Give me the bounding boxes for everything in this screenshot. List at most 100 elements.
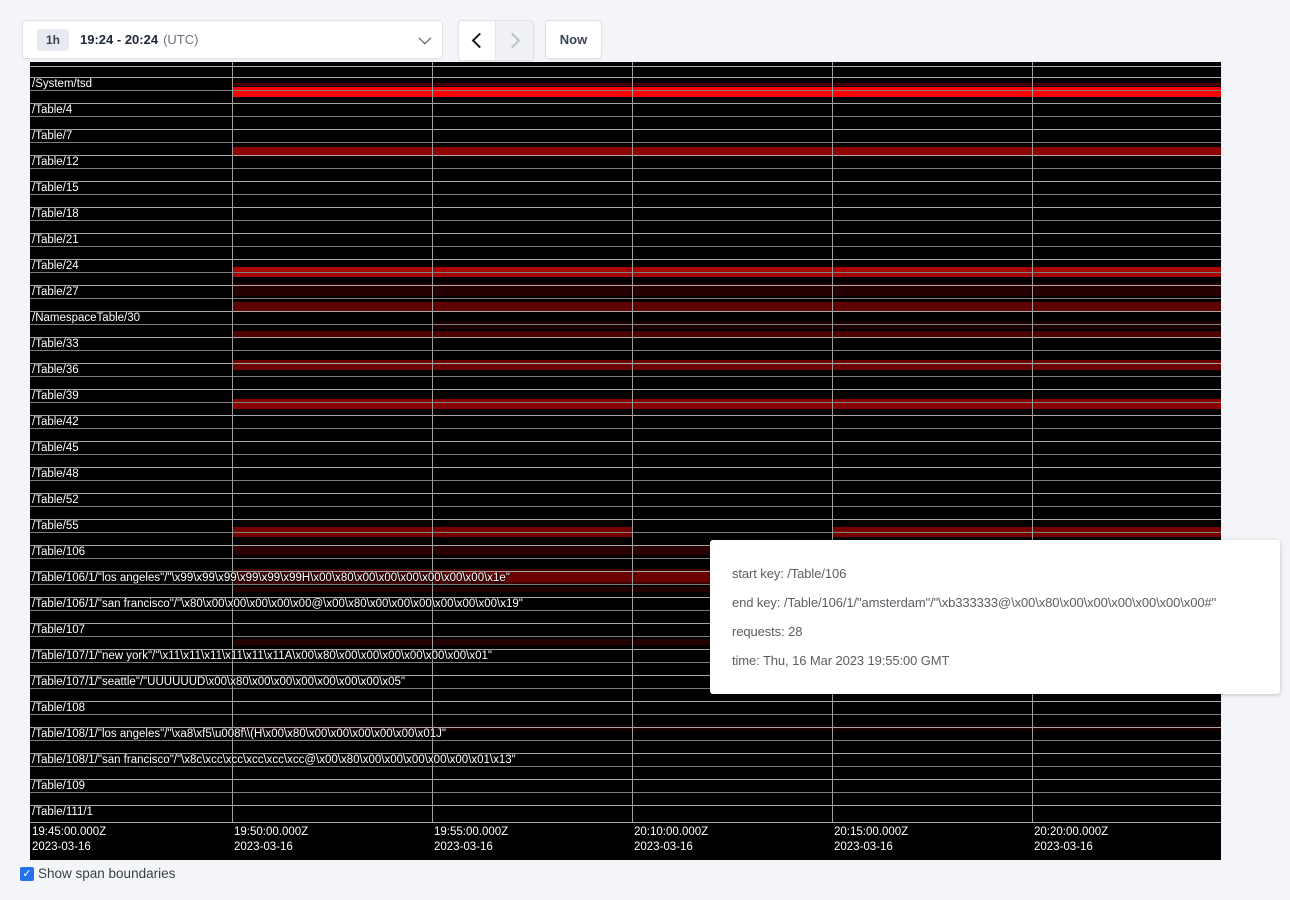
span-key-label: /Table/52 bbox=[32, 495, 79, 506]
heat-band bbox=[232, 360, 1221, 370]
now-button[interactable]: Now bbox=[545, 20, 602, 59]
chevron-left-icon bbox=[471, 33, 487, 49]
tooltip-time: time: Thu, 16 Mar 2023 19:55:00 GMT bbox=[732, 653, 1258, 668]
chevron-down-icon bbox=[419, 32, 432, 45]
span-key-label: /Table/106/1/"san francisco"/"\x80\x00\x… bbox=[32, 599, 523, 610]
time-gridline bbox=[1032, 62, 1033, 822]
time-axis-tick: 20:20:00.000Z2023-03-16 bbox=[1034, 825, 1108, 855]
span-boundary-line bbox=[30, 415, 1221, 416]
span-key-label: /Table/36 bbox=[32, 365, 79, 376]
span-key-label: /Table/7 bbox=[32, 131, 72, 142]
span-boundary-line bbox=[30, 233, 1221, 234]
span-boundary-line bbox=[30, 822, 1221, 823]
key-visualizer-page: 1h 19:24 - 20:24 (UTC) Now /System/tsd/T… bbox=[0, 0, 1290, 900]
span-boundary-line bbox=[30, 337, 1221, 338]
span-boundary-line bbox=[30, 272, 1221, 273]
hover-tooltip: start key: /Table/106 end key: /Table/10… bbox=[710, 540, 1280, 694]
span-boundary-line bbox=[30, 285, 1221, 286]
span-key-label: /Table/107/1/"seattle"/"UUUUUUD\x00\x80\… bbox=[32, 677, 405, 688]
span-key-label: /Table/108/1/"san francisco"/"\x8c\xcc\x… bbox=[32, 755, 516, 766]
range-text: 19:24 - 20:24 bbox=[80, 32, 158, 47]
span-boundary-line bbox=[30, 506, 1221, 507]
span-key-label: /Table/107/1/"new york"/"\x11\x11\x11\x1… bbox=[32, 651, 492, 662]
time-axis-tick: 20:15:00.000Z2023-03-16 bbox=[834, 825, 908, 855]
prev-range-button[interactable] bbox=[459, 21, 496, 60]
time-gridline bbox=[232, 62, 233, 822]
heat-band bbox=[232, 87, 1221, 97]
show-span-boundaries-control: ✓ Show span boundaries bbox=[20, 866, 175, 881]
span-key-label: /Table/33 bbox=[32, 339, 79, 350]
show-span-boundaries-label: Show span boundaries bbox=[38, 866, 175, 881]
span-boundary-line bbox=[30, 181, 1221, 182]
span-boundary-line bbox=[30, 350, 1221, 351]
tooltip-requests: requests: 28 bbox=[732, 624, 1258, 639]
span-boundary-line bbox=[30, 766, 1221, 767]
heat-band bbox=[432, 321, 1221, 329]
span-key-label: /Table/4 bbox=[32, 105, 72, 116]
span-key-label: /Table/48 bbox=[32, 469, 79, 480]
range-duration-badge: 1h bbox=[37, 29, 69, 51]
span-boundary-line bbox=[30, 77, 1221, 78]
range-nav-group bbox=[458, 20, 534, 61]
span-boundary-line bbox=[30, 142, 1221, 143]
span-boundary-line bbox=[30, 792, 1221, 793]
span-key-label: /Table/24 bbox=[32, 261, 79, 272]
span-boundary-line bbox=[30, 220, 1221, 221]
span-key-label: /Table/21 bbox=[32, 235, 79, 246]
span-key-label: /Table/106/1/"los angeles"/"\x99\x99\x99… bbox=[32, 573, 510, 584]
span-boundary-line bbox=[30, 389, 1221, 390]
time-gridline bbox=[632, 62, 633, 822]
span-key-label: /Table/39 bbox=[32, 391, 79, 402]
span-boundary-line bbox=[30, 311, 1221, 312]
span-key-label: /System/tsd bbox=[32, 79, 92, 90]
span-boundary-line bbox=[30, 493, 1221, 494]
heat-band bbox=[232, 83, 1221, 86]
span-key-label: /Table/108 bbox=[32, 703, 85, 714]
tooltip-end-key: end key: /Table/106/1/"amsterdam"/"\xb33… bbox=[732, 595, 1258, 610]
span-boundary-line bbox=[30, 779, 1221, 780]
chevron-right-icon bbox=[505, 33, 521, 49]
span-boundary-line bbox=[30, 90, 1221, 91]
span-boundary-line bbox=[30, 168, 1221, 169]
show-span-boundaries-checkbox[interactable]: ✓ bbox=[20, 867, 34, 881]
span-boundary-line bbox=[30, 298, 1221, 299]
span-key-label: /Table/12 bbox=[32, 157, 79, 168]
span-key-label: /Table/27 bbox=[32, 287, 79, 298]
span-boundary-line bbox=[30, 376, 1221, 377]
span-key-label: /Table/109 bbox=[32, 781, 85, 792]
time-axis-tick: 19:45:00.000Z2023-03-16 bbox=[32, 825, 106, 855]
time-range-picker[interactable]: 1h 19:24 - 20:24 (UTC) bbox=[22, 20, 443, 59]
span-boundary-line bbox=[30, 428, 1221, 429]
span-boundary-line bbox=[30, 467, 1221, 468]
span-boundary-line bbox=[30, 129, 1221, 130]
span-boundary-line bbox=[30, 259, 1221, 260]
span-boundary-line bbox=[30, 714, 1221, 715]
span-boundary-line bbox=[30, 246, 1221, 247]
span-key-label: /Table/107 bbox=[32, 625, 85, 636]
span-boundary-line bbox=[30, 454, 1221, 455]
span-key-label: /Table/45 bbox=[32, 443, 79, 454]
span-boundary-line bbox=[30, 103, 1221, 104]
span-boundary-line bbox=[30, 519, 1221, 520]
span-key-label: /Table/15 bbox=[32, 183, 79, 194]
span-key-label: /Table/108/1/"los angeles"/"\xa8\xf5\u00… bbox=[32, 729, 446, 740]
span-boundary-line bbox=[30, 324, 1221, 325]
heat-band bbox=[232, 302, 1221, 311]
range-timezone: (UTC) bbox=[163, 32, 198, 47]
time-axis-tick: 19:55:00.000Z2023-03-16 bbox=[434, 825, 508, 855]
heatmap[interactable]: /System/tsd/Table/4/Table/7/Table/12/Tab… bbox=[30, 62, 1221, 860]
span-boundary-line bbox=[30, 363, 1221, 364]
span-key-label: /Table/42 bbox=[32, 417, 79, 428]
span-key-label: /Table/106 bbox=[32, 547, 85, 558]
time-gridline bbox=[832, 62, 833, 822]
span-boundary-line bbox=[30, 207, 1221, 208]
heat-band bbox=[232, 399, 1221, 409]
span-key-label: /NamespaceTable/30 bbox=[32, 313, 140, 324]
time-axis-tick: 20:10:00.000Z2023-03-16 bbox=[634, 825, 708, 855]
span-boundary-line bbox=[30, 402, 1221, 403]
next-range-button[interactable] bbox=[496, 21, 533, 60]
span-boundary-line bbox=[30, 155, 1221, 156]
span-boundary-line bbox=[30, 532, 1221, 533]
span-boundary-line bbox=[30, 480, 1221, 481]
span-boundary-line bbox=[30, 194, 1221, 195]
